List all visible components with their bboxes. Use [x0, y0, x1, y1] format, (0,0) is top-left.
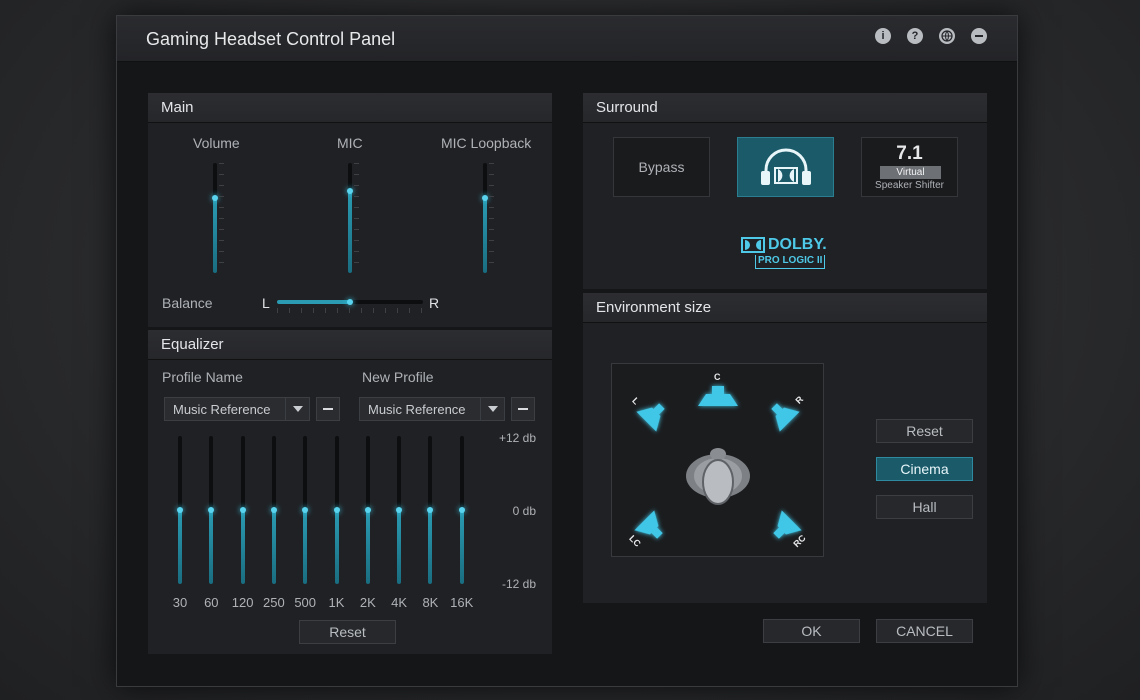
balance-left-label: L — [262, 295, 270, 311]
eq-band-label: 30 — [172, 595, 188, 610]
eq-band-label: 250 — [263, 595, 285, 610]
eq-band-slider-8k[interactable] — [420, 436, 440, 584]
eq-band-slider-30[interactable] — [170, 436, 190, 584]
control-panel-window: Gaming Headset Control Panel i ? Main Vo… — [116, 15, 1018, 687]
env-reset-button[interactable]: Reset — [876, 419, 973, 443]
balance-slider[interactable] — [277, 296, 423, 314]
eq-reset-button[interactable]: Reset — [299, 620, 396, 644]
new-profile-label: New Profile — [362, 369, 434, 385]
eq-band-knob[interactable] — [364, 507, 371, 513]
equalizer-header: Equalizer — [148, 330, 552, 360]
eq-band-knob[interactable] — [427, 507, 434, 513]
remove-profile-button[interactable] — [316, 397, 340, 421]
volume-slider-knob[interactable] — [212, 195, 218, 202]
environment-panel: Environment size C L R LC RC Reset Cinem… — [582, 292, 988, 604]
speaker-map[interactable]: C L R LC RC — [611, 363, 824, 557]
dolby-double-d-icon — [741, 237, 765, 253]
mic-loopback-slider-knob[interactable] — [482, 195, 488, 202]
eq-band-slider-16k[interactable] — [452, 436, 472, 584]
env-hall-button[interactable]: Hall — [876, 495, 973, 519]
globe-icon[interactable] — [939, 28, 955, 44]
balance-label: Balance — [162, 295, 213, 311]
dolby-sub-text: PRO LOGIC II — [755, 255, 826, 269]
balance-slider-knob[interactable] — [347, 299, 353, 305]
mic-loopback-label: MIC Loopback — [441, 135, 532, 151]
profile-name-dropdown[interactable]: Music Reference — [164, 397, 310, 421]
titlebar: Gaming Headset Control Panel i ? — [117, 16, 1017, 62]
eq-band-knob[interactable] — [302, 507, 309, 513]
eq-band-slider-1k[interactable] — [327, 436, 347, 584]
ok-button[interactable]: OK — [763, 619, 860, 643]
surround-header: Surround — [583, 93, 987, 123]
environment-header: Environment size — [583, 293, 987, 323]
eq-band-label: 120 — [231, 595, 254, 610]
volume-slider[interactable] — [205, 163, 225, 273]
eq-band-label: 16K — [450, 595, 474, 610]
listener-head-icon — [686, 448, 750, 505]
eq-band-slider-4k[interactable] — [389, 436, 409, 584]
info-icon[interactable]: i — [875, 28, 891, 44]
main-header: Main — [148, 93, 552, 123]
eq-band-slider-500[interactable] — [295, 436, 315, 584]
eq-band-label: 8K — [422, 595, 439, 610]
eq-band-knob[interactable] — [458, 507, 465, 513]
eq-band-knob[interactable] — [239, 507, 246, 513]
speaker-shifter-label: Speaker Shifter — [875, 180, 944, 191]
eq-band-slider-250[interactable] — [264, 436, 284, 584]
dolby-headphone-button[interactable] — [737, 137, 834, 197]
right-speaker-icon — [771, 403, 800, 432]
eq-band-label: 1K — [328, 595, 345, 610]
db-label-top: +12 db — [498, 431, 536, 445]
chevron-down-icon[interactable] — [285, 398, 309, 420]
main-panel: Main Volume MIC MIC Loopback Balance L R — [147, 92, 553, 328]
new-profile-dropdown[interactable]: Music Reference — [359, 397, 505, 421]
remove-new-profile-button[interactable] — [511, 397, 535, 421]
eq-band-label: 4K — [391, 595, 408, 610]
minimize-icon[interactable] — [971, 28, 987, 44]
left-speaker-icon — [636, 403, 665, 432]
eq-band-label: 2K — [359, 595, 376, 610]
eq-band-knob[interactable] — [177, 507, 183, 513]
content-area: Main Volume MIC MIC Loopback Balance L R… — [117, 62, 1017, 686]
volume-label: Volume — [193, 135, 240, 151]
center-speaker-icon — [698, 386, 738, 406]
speaker-label-c: C — [714, 372, 721, 382]
mic-slider-knob[interactable] — [347, 187, 353, 194]
equalizer-panel: Equalizer Profile Name Music Reference N… — [147, 329, 553, 655]
bypass-label: Bypass — [638, 159, 685, 175]
dolby-logo: DOLBY. PRO LOGIC II — [741, 235, 833, 271]
eq-band-label: 500 — [294, 595, 317, 610]
eq-band-slider-120[interactable] — [233, 436, 253, 584]
virtual-tag: Virtual — [880, 166, 941, 179]
mic-slider[interactable] — [340, 163, 360, 273]
mic-loopback-slider[interactable] — [475, 163, 495, 273]
virtual-7-1-number: 7.1 — [896, 143, 923, 164]
bypass-button[interactable]: Bypass — [613, 137, 710, 197]
surround-panel: Surround Bypass 7.1 Virtual Speaker Shif… — [582, 92, 988, 290]
eq-band-knob[interactable] — [396, 507, 403, 513]
balance-right-label: R — [429, 295, 440, 311]
db-label-mid: 0 db — [512, 504, 536, 518]
eq-band-knob[interactable] — [270, 507, 277, 513]
profile-name-value: Music Reference — [173, 402, 271, 417]
eq-band-slider-60[interactable] — [201, 436, 221, 584]
help-icon[interactable]: ? — [907, 28, 923, 44]
dolby-brand-text: DOLBY. — [768, 236, 827, 253]
window-title: Gaming Headset Control Panel — [146, 29, 396, 49]
speaker-layout-graphic — [634, 386, 802, 539]
eq-band-label: 60 — [204, 595, 219, 610]
virtual-7-1-button[interactable]: 7.1 Virtual Speaker Shifter — [861, 137, 958, 197]
chevron-down-icon[interactable] — [480, 398, 504, 420]
eq-band-slider-2k[interactable] — [358, 436, 378, 584]
cancel-button[interactable]: CANCEL — [876, 619, 973, 643]
new-profile-value: Music Reference — [368, 402, 466, 417]
mic-label: MIC — [337, 135, 363, 151]
env-cinema-button[interactable]: Cinema — [876, 457, 973, 481]
db-label-bottom: -12 db — [501, 577, 536, 591]
eq-band-knob[interactable] — [208, 507, 215, 513]
profile-name-label: Profile Name — [162, 369, 243, 385]
dolby-headphone-icon — [761, 148, 811, 185]
eq-band-knob[interactable] — [333, 507, 340, 513]
